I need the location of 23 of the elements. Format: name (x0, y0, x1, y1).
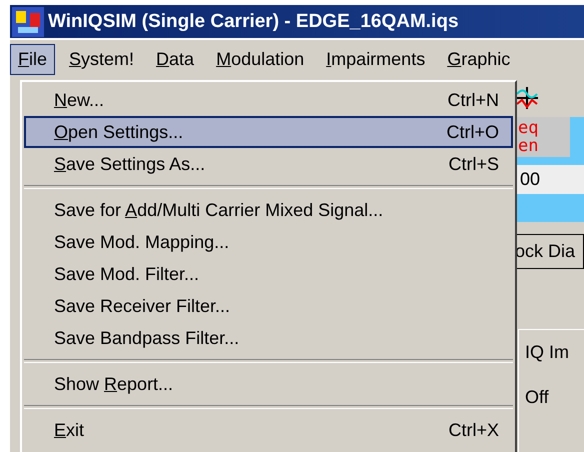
menu-title[interactable]: Modulation (208, 44, 312, 74)
axis-icon[interactable] (514, 84, 540, 111)
menu-item[interactable]: Save Mod. Mapping... (24, 226, 513, 258)
menu-item[interactable]: Exit Ctrl+X (24, 414, 513, 446)
app-logo-icon (12, 6, 44, 36)
menu-item[interactable]: New... Ctrl+N (24, 84, 513, 116)
status-label: eq en (516, 117, 570, 158)
menu-item[interactable]: Open Settings... Ctrl+O (24, 116, 513, 148)
menu-item[interactable]: Save Mod. Filter... (24, 258, 513, 290)
menu-item[interactable]: Save Receiver Filter... (24, 290, 513, 322)
group-value: Off (525, 387, 550, 408)
group-title: IQ Im (525, 342, 570, 364)
menu-title[interactable]: Graphic (439, 44, 518, 74)
menu-title[interactable]: File (10, 44, 56, 74)
value-field[interactable]: 00 (516, 165, 584, 194)
window-title: WinIQSIM (Single Carrier) - EDGE_16QAM.iqs (48, 10, 459, 32)
menu-item[interactable]: Show Report... (24, 368, 513, 400)
menu-item[interactable]: Save for Add/Multi Carrier Mixed Signal... (24, 194, 513, 226)
menu-title[interactable]: System! (61, 44, 142, 74)
menu-item[interactable]: Save Settings As... Ctrl+S (24, 148, 513, 180)
menu-title[interactable]: Impairments (318, 44, 434, 74)
menu-item[interactable]: Save Bandpass Filter... (24, 322, 513, 354)
menu-title[interactable]: Data (148, 44, 202, 74)
